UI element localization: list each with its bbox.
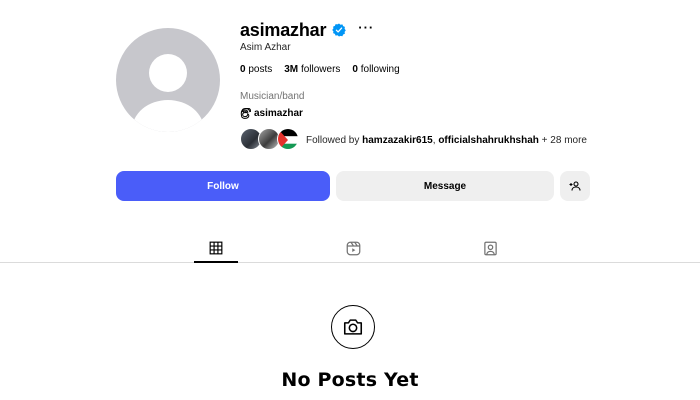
followed-by-text: Followed by hamzazakir615, officialshahr… bbox=[306, 134, 587, 146]
username-row: asimazhar ··· bbox=[240, 18, 374, 42]
avatar-placeholder-body bbox=[132, 100, 204, 132]
suggest-accounts-button[interactable] bbox=[560, 171, 590, 201]
tabs-divider bbox=[0, 262, 700, 263]
message-button[interactable]: Message bbox=[336, 171, 554, 201]
followed-by-row[interactable]: Followed by hamzazakir615, officialshahr… bbox=[240, 128, 587, 152]
tab-reels[interactable] bbox=[331, 236, 375, 260]
threads-handle: asimazhar bbox=[254, 108, 303, 119]
more-options-icon[interactable]: ··· bbox=[358, 21, 374, 37]
verified-badge-icon bbox=[332, 23, 347, 37]
follower-name: hamzazakir615 bbox=[362, 134, 433, 146]
avatar-placeholder-head bbox=[149, 54, 187, 92]
follower-name: officialshahrukhshah bbox=[438, 134, 539, 146]
add-person-icon bbox=[569, 181, 581, 191]
follower-avatar-flag bbox=[277, 128, 299, 150]
tab-posts[interactable] bbox=[194, 236, 238, 260]
threads-icon bbox=[240, 108, 251, 119]
tab-tagged[interactable] bbox=[468, 236, 512, 260]
palestine-flag-icon bbox=[278, 129, 298, 149]
empty-state-camera bbox=[331, 305, 375, 349]
grid-icon bbox=[209, 241, 223, 255]
profile-stats: 0 posts 3M followers 0 following bbox=[240, 64, 400, 75]
camera-icon bbox=[343, 319, 363, 335]
follower-avatars bbox=[240, 128, 302, 152]
followers-stat[interactable]: 3M followers bbox=[284, 64, 340, 75]
active-tab-indicator bbox=[194, 261, 238, 263]
empty-state-title: No Posts Yet bbox=[281, 369, 419, 391]
following-stat[interactable]: 0 following bbox=[352, 64, 399, 75]
username: asimazhar bbox=[240, 19, 327, 40]
tagged-icon bbox=[483, 241, 497, 255]
follow-button[interactable]: Follow bbox=[116, 171, 330, 201]
posts-stat: 0 posts bbox=[240, 64, 273, 75]
full-name: Asim Azhar bbox=[240, 42, 291, 53]
profile-category: Musician/band bbox=[240, 91, 305, 102]
reels-icon bbox=[346, 241, 360, 255]
profile-avatar[interactable] bbox=[116, 28, 220, 132]
threads-link[interactable]: asimazhar bbox=[240, 108, 303, 119]
